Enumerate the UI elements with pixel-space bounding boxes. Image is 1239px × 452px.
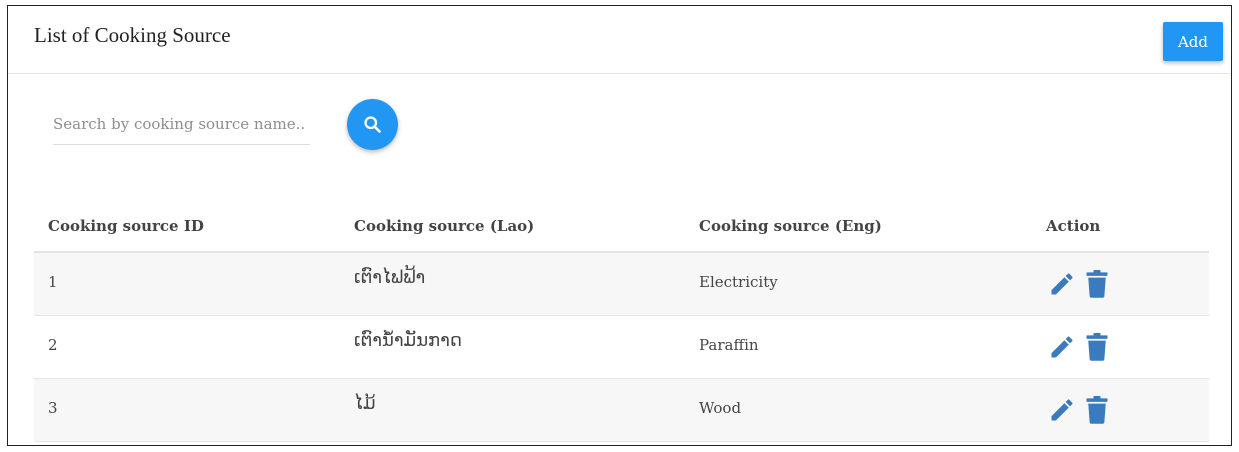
- pencil-icon: [1051, 399, 1073, 421]
- cell-eng-name: Paraffin: [699, 336, 759, 354]
- table-row: 1 ເຕົາໄຟຟ້າ Electricity: [34, 253, 1209, 316]
- pencil-icon: [1051, 336, 1073, 358]
- edit-button[interactable]: [1048, 270, 1076, 298]
- column-header-action: Action: [1046, 217, 1101, 235]
- table-header: Cooking source ID Cooking source (Lao) C…: [34, 204, 1209, 253]
- cell-lao-name: ເຕົາໄຟຟ້າ: [354, 267, 426, 288]
- cell-lao-name: ໄມ້: [354, 393, 376, 414]
- page-title: List of Cooking Source: [34, 23, 231, 47]
- cell-eng-name: Wood: [699, 399, 742, 417]
- trash-icon: [1086, 270, 1108, 298]
- delete-button[interactable]: [1085, 396, 1113, 424]
- cell-lao-name: ເຕົານ້ຳມັນກາດ: [354, 330, 462, 351]
- panel-header: List of Cooking Source Add: [8, 6, 1231, 74]
- table-row: 3 ໄມ້ Wood: [34, 379, 1209, 442]
- cooking-source-table: Cooking source ID Cooking source (Lao) C…: [34, 204, 1209, 442]
- edit-button[interactable]: [1048, 396, 1076, 424]
- pencil-icon: [1051, 273, 1073, 295]
- cell-id: 3: [48, 399, 58, 417]
- column-header-lao: Cooking source (Lao): [354, 217, 535, 235]
- column-header-id: Cooking source ID: [48, 217, 204, 235]
- edit-button[interactable]: [1048, 333, 1076, 361]
- delete-button[interactable]: [1085, 333, 1113, 361]
- add-button[interactable]: Add: [1163, 22, 1223, 61]
- cell-id: 1: [48, 273, 58, 291]
- search-field: [53, 104, 310, 145]
- table-row: 2 ເຕົານ້ຳມັນກາດ Paraffin: [34, 316, 1209, 379]
- trash-icon: [1086, 333, 1108, 361]
- cell-id: 2: [48, 336, 58, 354]
- search-button[interactable]: [347, 99, 398, 150]
- column-header-eng: Cooking source (Eng): [699, 217, 882, 235]
- search-icon: [364, 116, 381, 133]
- delete-button[interactable]: [1085, 270, 1113, 298]
- search-input[interactable]: [53, 110, 308, 138]
- trash-icon: [1086, 396, 1108, 424]
- cell-eng-name: Electricity: [699, 273, 778, 291]
- cooking-source-panel: List of Cooking Source Add Cooking sourc…: [7, 5, 1232, 446]
